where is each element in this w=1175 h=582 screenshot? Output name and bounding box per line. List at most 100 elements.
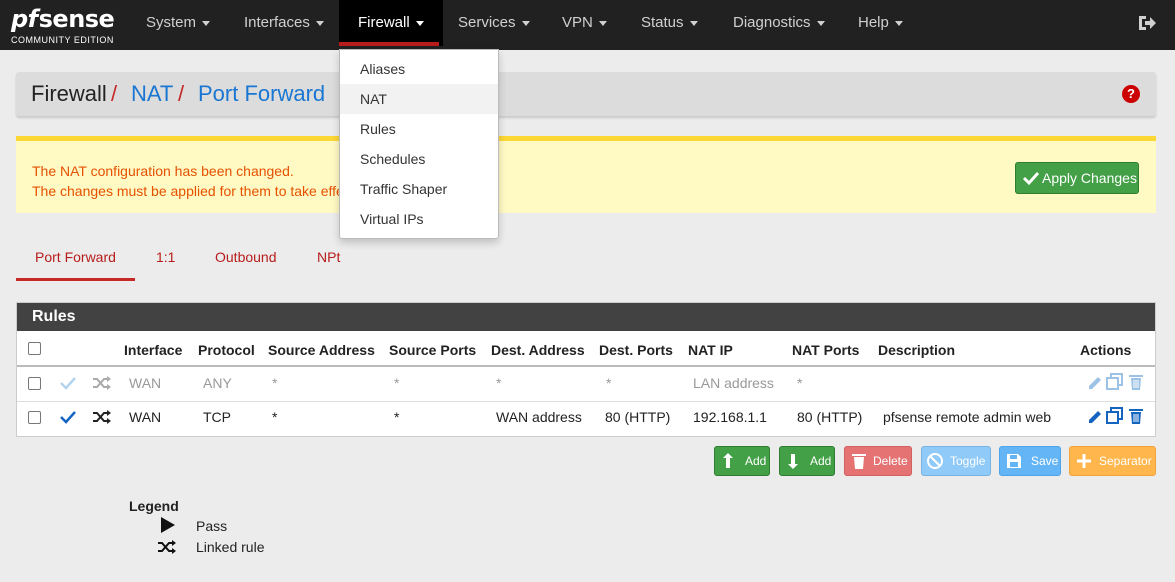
- trash-icon: [852, 454, 866, 469]
- nav-firewall[interactable]: Firewall: [339, 0, 443, 46]
- logo-subtitle: COMMUNITY EDITION: [11, 35, 114, 45]
- breadcrumb-nat[interactable]: NAT: [131, 81, 173, 107]
- breadcrumb-separator: /: [178, 81, 185, 106]
- col-actions: Actions: [1080, 342, 1132, 358]
- random-icon: [93, 410, 111, 424]
- menu-item-schedules[interactable]: Schedules: [340, 144, 498, 174]
- check-icon[interactable]: [59, 375, 77, 391]
- plus-icon: [1077, 454, 1091, 468]
- nav-status[interactable]: Status: [641, 0, 698, 46]
- cell-nat-ip: LAN address: [693, 375, 774, 391]
- sign-out-icon[interactable]: [1137, 13, 1157, 33]
- alert-message-1: The NAT configuration has been changed.: [32, 163, 294, 179]
- random-icon: [158, 540, 176, 554]
- random-icon: [93, 376, 111, 390]
- delete-button[interactable]: Delete: [844, 446, 912, 476]
- page-header: Firewall / NAT / Port Forward ?: [16, 72, 1156, 116]
- question-circle-icon[interactable]: ?: [1122, 85, 1140, 103]
- check-icon[interactable]: [59, 409, 77, 425]
- nav-services[interactable]: Services: [458, 0, 530, 46]
- legend-title: Legend: [129, 498, 179, 514]
- ban-icon: [927, 453, 943, 469]
- pencil-icon[interactable]: [1086, 373, 1104, 391]
- header-divider: [17, 365, 1155, 367]
- cell-nat-ports: *: [797, 375, 803, 391]
- top-navbar: pfsense COMMUNITY EDITION System Interfa…: [0, 0, 1175, 50]
- caret-down-icon: [689, 20, 698, 26]
- separator-button[interactable]: Separator: [1069, 446, 1156, 476]
- caret-down-icon: [894, 20, 903, 26]
- col-dest-ports[interactable]: Dest. Ports: [599, 342, 673, 358]
- caret-down-icon: [202, 20, 211, 26]
- caret-down-icon: [315, 20, 324, 26]
- tab-outbound[interactable]: Outbound: [215, 249, 277, 265]
- breadcrumb-separator: /: [111, 81, 118, 106]
- pencil-icon[interactable]: [1086, 407, 1104, 425]
- nav-help[interactable]: Help: [858, 0, 903, 46]
- menu-item-traffic-shaper[interactable]: Traffic Shaper: [340, 174, 498, 204]
- pfsense-logo[interactable]: pfsense COMMUNITY EDITION: [11, 6, 121, 46]
- alert-message-2: The changes must be applied for them to …: [32, 183, 344, 199]
- cell-dest-address: *: [496, 375, 502, 391]
- cell-nat-ip: 192.168.1.1: [693, 409, 767, 425]
- cell-description: pfsense remote admin web: [883, 409, 1052, 425]
- toggle-button[interactable]: Toggle: [921, 446, 991, 476]
- caret-down-icon: [415, 20, 424, 26]
- caret-down-icon: [521, 20, 530, 26]
- play-icon: [161, 517, 175, 533]
- cell-protocol: ANY: [203, 375, 232, 391]
- tab-port-forward[interactable]: Port Forward: [35, 249, 116, 265]
- apply-changes-button[interactable]: Apply Changes: [1015, 162, 1139, 194]
- cell-source-ports: *: [394, 375, 400, 391]
- cell-source-ports: *: [394, 409, 400, 425]
- col-source-address[interactable]: Source Address: [268, 342, 375, 358]
- nav-diagnostics[interactable]: Diagnostics: [733, 0, 825, 46]
- breadcrumb-firewall: Firewall: [31, 81, 107, 106]
- legend-pass: Pass: [196, 518, 228, 534]
- tab-one-to-one[interactable]: 1:1: [156, 249, 175, 265]
- cell-interface: WAN: [129, 409, 162, 425]
- active-tab-indicator: [16, 278, 135, 281]
- menu-item-virtual-ips[interactable]: Virtual IPs: [340, 204, 498, 234]
- menu-item-aliases[interactable]: Aliases: [340, 54, 498, 84]
- trash-icon[interactable]: [1127, 407, 1145, 425]
- logo-pf: pf: [11, 5, 38, 33]
- firewall-dropdown-menu: Aliases NAT Rules Schedules Traffic Shap…: [339, 49, 499, 239]
- cell-nat-ports: 80 (HTTP): [797, 409, 863, 425]
- save-button[interactable]: Save: [999, 446, 1061, 476]
- cell-dest-ports: *: [606, 375, 612, 391]
- clone-icon[interactable]: [1106, 407, 1124, 425]
- breadcrumb-port-forward[interactable]: Port Forward: [198, 81, 325, 107]
- level-down-icon: [788, 454, 798, 469]
- col-nat-ip[interactable]: NAT IP: [688, 342, 733, 358]
- row-select-checkbox[interactable]: [28, 377, 41, 390]
- nav-active-indicator: [339, 42, 439, 46]
- trash-icon[interactable]: [1127, 373, 1145, 391]
- caret-down-icon: [598, 20, 607, 26]
- changes-alert: The NAT configuration has been changed. …: [16, 136, 1156, 213]
- clone-icon[interactable]: [1106, 373, 1124, 391]
- col-protocol[interactable]: Protocol: [198, 342, 255, 358]
- add-bottom-button[interactable]: Add: [779, 446, 835, 476]
- cell-interface: WAN: [129, 375, 162, 391]
- col-interface[interactable]: Interface: [124, 342, 182, 358]
- add-top-button[interactable]: Add: [714, 446, 770, 476]
- nav-interfaces[interactable]: Interfaces: [244, 0, 324, 46]
- nav-system[interactable]: System: [146, 0, 211, 46]
- floppy-icon: [1007, 454, 1021, 468]
- col-dest-address[interactable]: Dest. Address: [491, 342, 585, 358]
- caret-down-icon: [816, 20, 825, 26]
- rules-panel-title: Rules: [17, 303, 1155, 331]
- cell-source-address: *: [272, 409, 278, 425]
- select-all-checkbox[interactable]: [28, 342, 41, 355]
- row-select-checkbox[interactable]: [28, 411, 41, 424]
- col-description[interactable]: Description: [878, 342, 955, 358]
- tab-npt[interactable]: NPt: [317, 249, 340, 265]
- cell-protocol: TCP: [203, 409, 231, 425]
- nav-vpn[interactable]: VPN: [562, 0, 607, 46]
- row-divider: [17, 401, 1155, 402]
- col-source-ports[interactable]: Source Ports: [389, 342, 476, 358]
- menu-item-rules[interactable]: Rules: [340, 114, 498, 144]
- col-nat-ports[interactable]: NAT Ports: [792, 342, 859, 358]
- menu-item-nat[interactable]: NAT: [340, 84, 498, 114]
